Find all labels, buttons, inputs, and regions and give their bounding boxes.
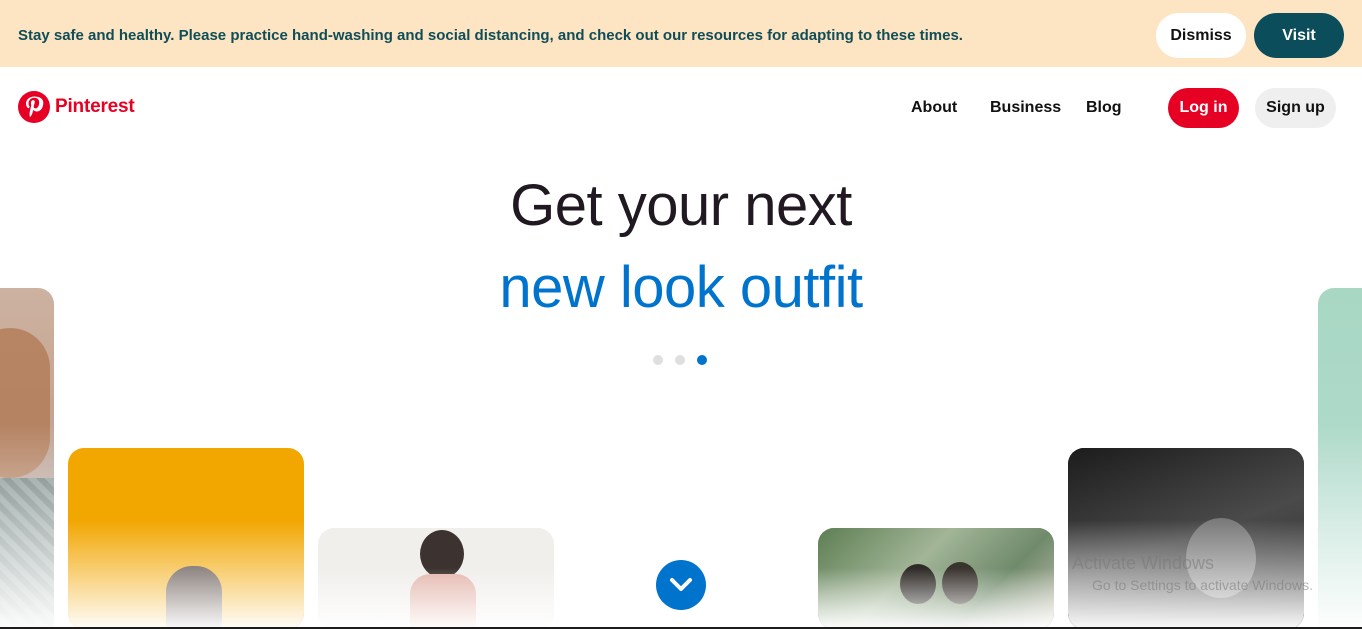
scroll-down-button[interactable] [656,560,706,610]
pin-image-street[interactable] [818,528,1054,629]
pinterest-logo[interactable]: Pinterest [18,91,135,123]
nav-blog[interactable]: Blog [1086,99,1122,117]
nav-business[interactable]: Business [990,99,1061,117]
hero-subheading: new look outfit [499,255,863,320]
login-button[interactable]: Log in [1168,88,1239,128]
safety-banner: Stay safe and healthy. Please practice h… [0,0,1362,67]
activate-windows-title: Activate Windows [1072,553,1215,573]
pin-image-yellow[interactable] [68,448,304,629]
banner-message: Stay safe and healthy. Please practice h… [18,27,963,44]
signup-button[interactable]: Sign up [1255,88,1336,128]
pin-image-hairstyle[interactable] [318,528,554,629]
carousel-dot[interactable] [675,355,685,365]
visit-button[interactable]: Visit [1254,13,1344,58]
activate-windows-subtitle: Go to Settings to activate Windows. [1092,577,1313,593]
carousel-dot-active[interactable] [697,355,707,365]
pin-image-bw-portrait[interactable] [1068,448,1304,629]
pin-image-portrait[interactable] [0,288,54,629]
hero-heading: Get your next [510,173,852,238]
pin-image-mint[interactable] [1318,288,1362,629]
pinterest-p-icon [18,91,50,123]
dismiss-button[interactable]: Dismiss [1156,13,1246,58]
logo-wordmark: Pinterest [55,96,135,117]
carousel-dot[interactable] [653,355,663,365]
nav-about[interactable]: About [911,99,957,117]
carousel-dots [653,355,707,365]
chevron-down-icon [670,578,692,591]
